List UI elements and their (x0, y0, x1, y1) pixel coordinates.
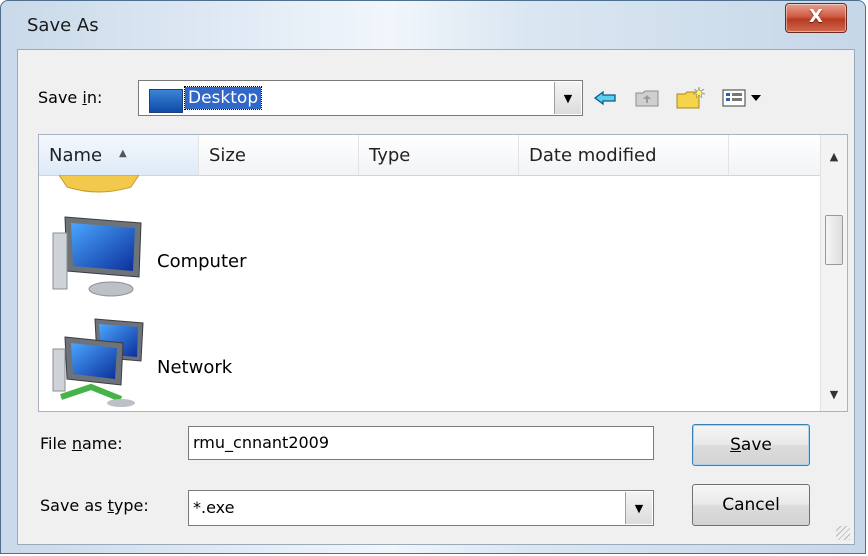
computer-icon (51, 213, 147, 303)
back-arrow-icon[interactable] (592, 80, 618, 116)
file-name-label: File name: (40, 434, 123, 453)
list-item-computer[interactable]: Computer (47, 211, 287, 301)
dialog-body: Save in: Desktop ▼ Name ▲ Size Type Date… (17, 49, 855, 545)
save-in-label: Save in: (38, 88, 103, 107)
window-title: Save As (27, 15, 99, 36)
title-bar[interactable]: Save As X (1, 1, 865, 39)
resize-grip[interactable] (836, 526, 850, 540)
save-in-dropdown[interactable]: Desktop ▼ (138, 80, 583, 116)
column-size[interactable]: Size (199, 135, 359, 175)
file-list[interactable]: Name ▲ Size Type Date modified Computer … (38, 134, 848, 412)
desktop-icon (149, 89, 183, 113)
cancel-button[interactable]: Cancel (692, 484, 810, 526)
column-type[interactable]: Type (359, 135, 519, 175)
save-button[interactable]: Save (692, 424, 810, 466)
save-in-value: Desktop (183, 86, 263, 110)
list-item-network[interactable]: Network (47, 313, 287, 411)
save-as-type-label: Save as type: (40, 496, 149, 515)
file-name-input[interactable]: rmu_cnnant2009 (188, 426, 654, 460)
folder-icon (58, 174, 140, 199)
chevron-down-icon[interactable]: ▼ (625, 492, 652, 524)
network-label: Network (157, 357, 233, 378)
save-as-type-dropdown[interactable]: *.exe ▼ (188, 490, 654, 526)
network-icon (51, 315, 147, 411)
views-menu-icon[interactable] (720, 80, 766, 116)
new-folder-icon[interactable] (674, 80, 708, 116)
scroll-up-icon[interactable]: ▲ (821, 143, 847, 169)
up-folder-icon[interactable] (632, 80, 662, 116)
save-as-type-value: *.exe (193, 498, 235, 517)
column-header: Name ▲ Size Type Date modified (39, 135, 847, 176)
vertical-scrollbar[interactable]: ▲ ▼ (820, 135, 847, 411)
column-name[interactable]: Name ▲ (39, 135, 199, 175)
computer-label: Computer (157, 251, 247, 272)
chevron-down-icon[interactable]: ▼ (554, 82, 581, 114)
sort-ascending-icon: ▲ (119, 148, 127, 159)
scroll-down-icon[interactable]: ▼ (821, 381, 847, 407)
save-as-dialog: Save As X Save in: Desktop ▼ Name ▲ Size… (0, 0, 866, 554)
close-button[interactable]: X (785, 3, 847, 33)
scroll-thumb[interactable] (825, 215, 843, 265)
column-date-modified[interactable]: Date modified (519, 135, 729, 175)
